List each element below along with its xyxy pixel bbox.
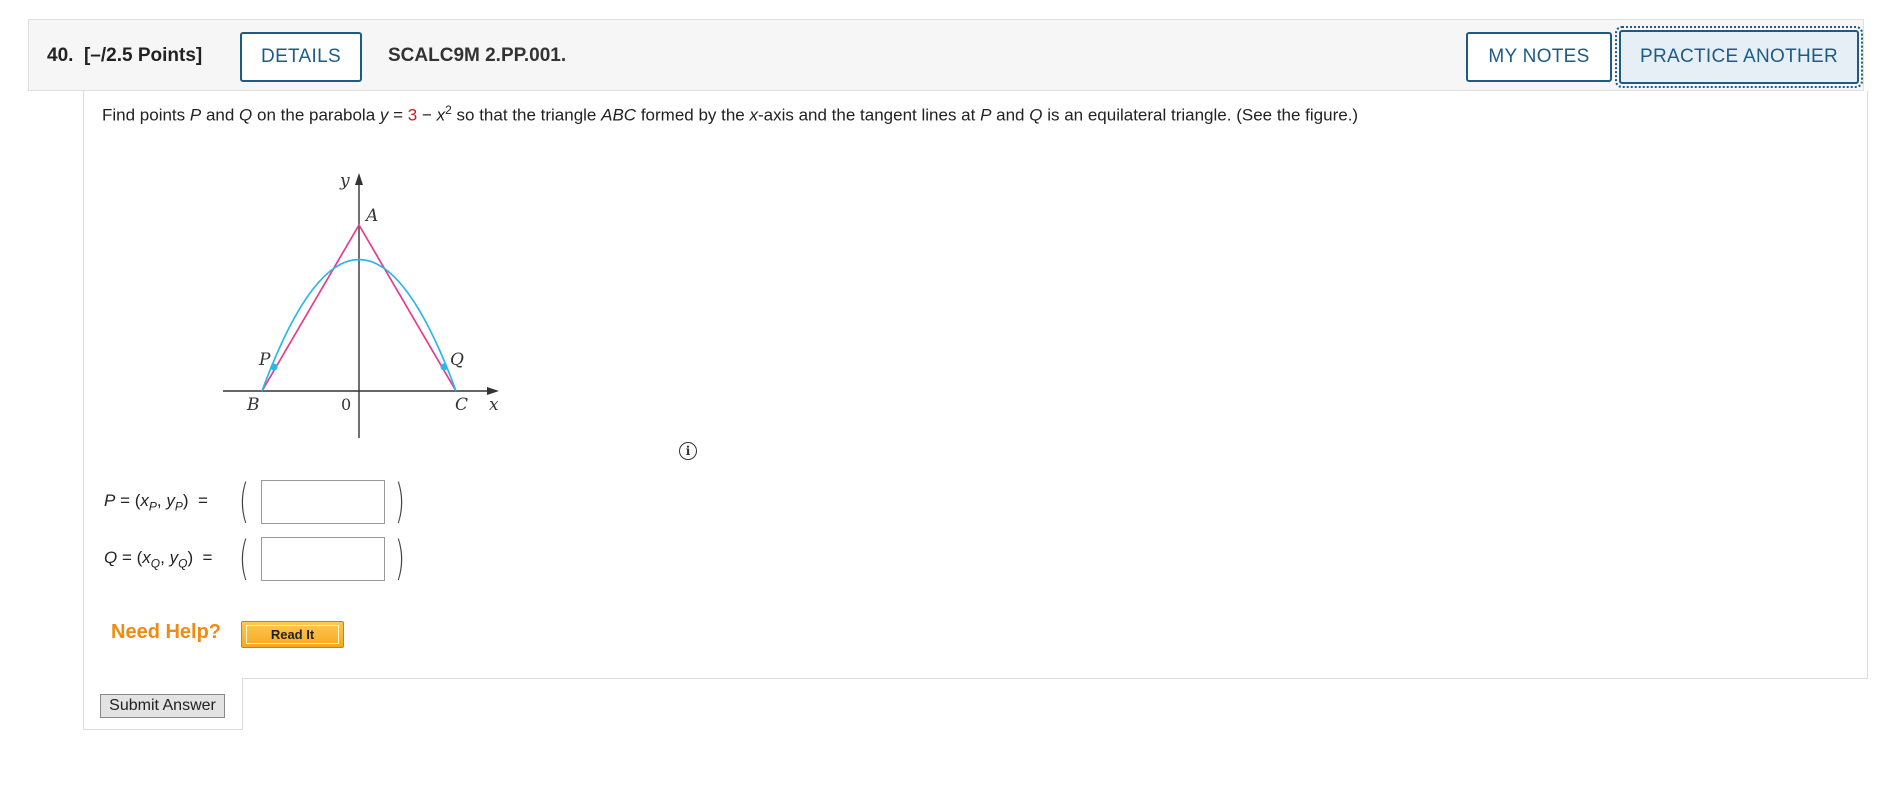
close-paren: ) xyxy=(395,474,405,528)
practice-another-button[interactable]: PRACTICE ANOTHER xyxy=(1615,26,1863,88)
vertex-b-label: B xyxy=(246,395,260,415)
info-icon[interactable]: i xyxy=(679,442,697,460)
point-p-label: P xyxy=(258,350,271,370)
y-axis-arrow xyxy=(355,173,363,185)
points-label: [–/2.5 Points] xyxy=(83,45,203,66)
answer-label-p: P = (xP, yP) = xyxy=(104,491,208,514)
open-paren: ( xyxy=(239,531,249,585)
x-axis-label: x xyxy=(489,395,499,415)
vertex-a-label: A xyxy=(364,206,378,226)
details-button[interactable]: DETAILS xyxy=(240,32,362,82)
problem-statement: Find points P and Q on the parabola y = … xyxy=(102,103,1359,125)
question-code: SCALC9M 2.PP.001. xyxy=(388,45,567,66)
need-help-label: Need Help? xyxy=(111,621,222,643)
point-q-label: Q xyxy=(450,350,464,370)
close-paren: ) xyxy=(395,531,405,585)
point-q xyxy=(440,363,448,371)
read-it-button[interactable]: Read It xyxy=(241,621,344,648)
submit-answer-button[interactable]: Submit Answer xyxy=(100,694,225,718)
answer-label-q: Q = (xQ, yQ) = xyxy=(104,548,213,571)
answer-input-q[interactable] xyxy=(261,537,385,581)
answer-input-p[interactable] xyxy=(261,480,385,524)
my-notes-button[interactable]: MY NOTES xyxy=(1466,32,1612,82)
open-paren: ( xyxy=(239,474,249,528)
parabola-figure: y A P Q B C x 0 xyxy=(223,171,499,438)
y-axis-label: y xyxy=(339,171,350,191)
vertex-c-label: C xyxy=(455,395,468,415)
x-axis-arrow xyxy=(487,387,499,395)
question-header: 40. [–/2.5 Points] DETAILS SCALC9M 2.PP.… xyxy=(28,19,1864,91)
read-it-label: Read It xyxy=(246,625,339,644)
origin-label: 0 xyxy=(341,395,351,414)
question-number: 40. [–/2.5 Points] xyxy=(47,45,202,67)
point-p xyxy=(270,363,278,371)
question-number-label: 40. xyxy=(47,45,74,66)
